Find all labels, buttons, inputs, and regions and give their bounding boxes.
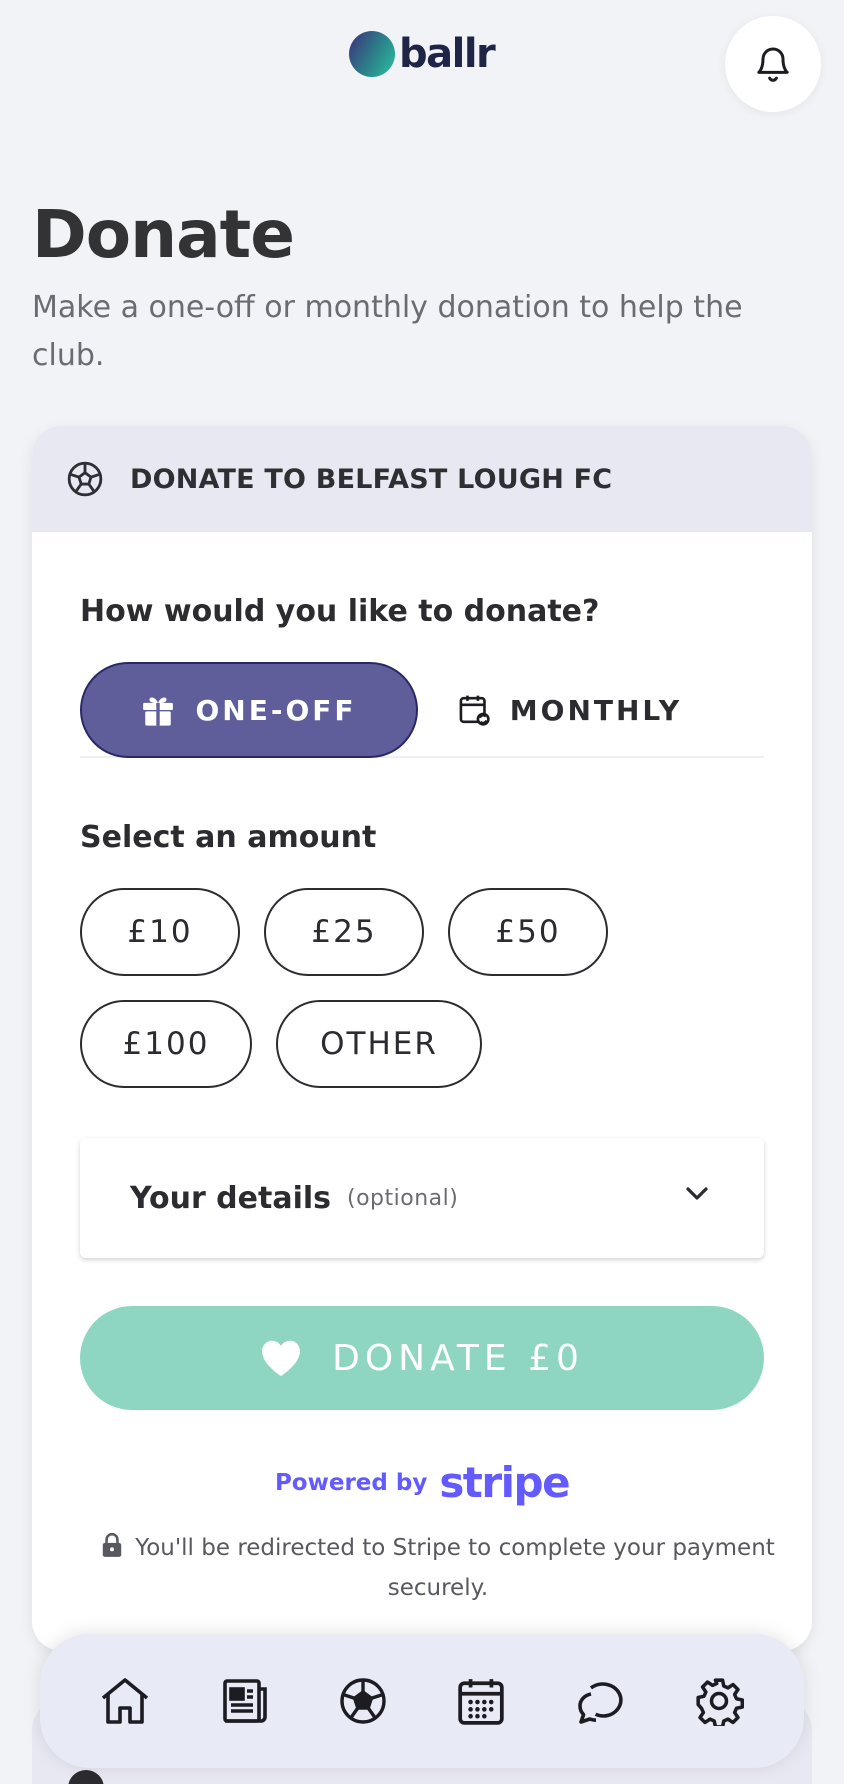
amount-25-button[interactable]: £25 [264,888,424,976]
lock-icon [102,1532,122,1557]
monthly-tab[interactable]: MONTHLY [420,662,720,758]
logo-text: ballr [399,31,496,77]
powered-by-label: Powered by [274,1469,428,1496]
calendar-repeat-icon [459,695,490,726]
details-title: Your details [130,1180,332,1216]
next-card-icon [68,1770,104,1784]
bottom-nav [40,1634,804,1768]
football-icon [339,1678,386,1724]
frequency-toggle: ONE-OFF MONTHLY [80,662,764,758]
monthly-label: MONTHLY [509,693,683,727]
card-header: DONATE TO BELFAST LOUGH FC [32,426,812,532]
chevron-down-icon [686,1187,708,1200]
secure-note-text: You'll be redirected to Stripe to comple… [135,1535,775,1601]
football-icon [67,461,103,497]
amount-10-button[interactable]: £10 [80,888,240,976]
bell-icon [757,47,789,82]
amount-100-button[interactable]: £100 [80,1000,252,1088]
one-off-tab[interactable]: ONE-OFF [80,662,418,758]
chat-icon [578,1682,623,1724]
stripe-logo: stripe [439,1458,570,1507]
nav-messages[interactable] [570,1671,630,1731]
ballr-logo: ballr [349,30,496,78]
details-optional: (optional) [347,1185,459,1211]
heart-icon [262,1340,301,1377]
donate-button-label: DONATE £0 [332,1337,584,1379]
nav-news[interactable] [214,1671,274,1731]
home-icon [102,1678,149,1724]
amount-other-button[interactable]: OTHER [276,1000,482,1088]
nav-settings[interactable] [689,1671,749,1731]
one-off-label: ONE-OFF [195,693,357,727]
gift-icon [143,697,174,726]
secure-note: You'll be redirected to Stripe to comple… [88,1528,788,1608]
powered-by-stripe: Powered by stripe [32,1458,812,1507]
logo-mark [349,31,395,77]
donate-button[interactable]: DONATE £0 [80,1306,764,1410]
card-title: DONATE TO BELFAST LOUGH FC [130,463,613,495]
donation-type-label: How would you like to donate? [80,594,600,629]
donate-card: DONATE TO BELFAST LOUGH FC How would you… [32,426,812,1651]
notifications-button[interactable] [725,16,821,112]
nav-home[interactable] [95,1671,155,1731]
page-title: Donate [32,196,295,273]
nav-fixtures[interactable] [451,1671,511,1731]
amount-label: Select an amount [80,820,377,855]
calendar-icon [458,1679,505,1725]
settings-icon [696,1678,744,1726]
nav-club[interactable] [333,1671,393,1731]
amount-50-button[interactable]: £50 [448,888,608,976]
your-details-accordion[interactable]: Your details (optional) [80,1138,764,1258]
news-icon [223,1679,267,1723]
page-subtitle: Make a one-off or monthly donation to he… [32,290,743,373]
